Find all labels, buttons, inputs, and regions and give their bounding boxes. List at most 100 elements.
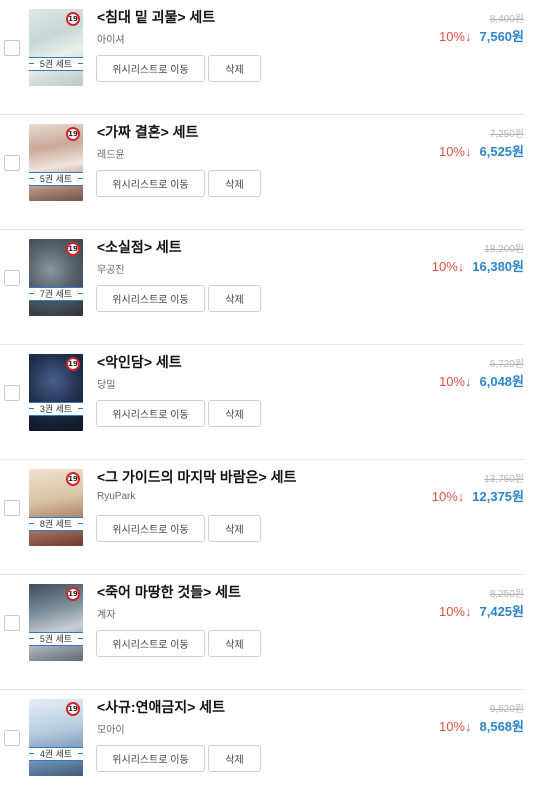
discount-rate: 10%↓ bbox=[439, 29, 472, 44]
cart-set-list: 19 5권 세트 <침대 밑 괴물> 세트 아이셔 위시리스트로 이동 삭제 8… bbox=[0, 0, 537, 787]
price-line: 10%↓ 12,375원 bbox=[432, 486, 524, 505]
item-author[interactable]: 당밀 bbox=[97, 376, 115, 391]
discount-value: 10% bbox=[438, 719, 465, 734]
sale-price: 7,425원 bbox=[479, 604, 525, 619]
age-19-badge: 19 bbox=[66, 472, 80, 486]
list-item: 19 5권 세트 <죽어 마땅한 것들> 세트 계자 위시리스트로 이동 삭제 … bbox=[0, 575, 537, 690]
item-author[interactable]: 아이셔 bbox=[97, 31, 125, 46]
price-line: 10%↓ 16,380원 bbox=[432, 256, 524, 275]
select-checkbox[interactable] bbox=[4, 270, 20, 286]
age-19-badge: 19 bbox=[66, 12, 80, 26]
select-checkbox[interactable] bbox=[4, 155, 20, 171]
delete-button[interactable]: 삭제 bbox=[208, 55, 261, 82]
set-count-label: 5권 세트 bbox=[29, 172, 83, 186]
item-author[interactable]: 계자 bbox=[97, 606, 115, 621]
age-19-badge: 19 bbox=[66, 702, 80, 716]
move-to-wishlist-button[interactable]: 위시리스트로 이동 bbox=[96, 400, 205, 427]
down-arrow-icon: ↓ bbox=[465, 604, 472, 619]
set-count-label: 5권 세트 bbox=[29, 632, 83, 646]
move-to-wishlist-button[interactable]: 위시리스트로 이동 bbox=[96, 170, 205, 197]
delete-button[interactable]: 삭제 bbox=[208, 285, 261, 312]
select-checkbox[interactable] bbox=[4, 500, 20, 516]
price-line: 10%↓ 7,425원 bbox=[439, 601, 524, 620]
discount-value: 10% bbox=[438, 144, 465, 159]
set-count-label: 4권 세트 bbox=[29, 747, 83, 761]
price-line: 10%↓ 6,525원 bbox=[439, 141, 524, 160]
down-arrow-icon: ↓ bbox=[457, 489, 465, 504]
set-count-label: 3권 세트 bbox=[29, 402, 83, 416]
move-to-wishlist-button[interactable]: 위시리스트로 이동 bbox=[96, 515, 205, 542]
discount-rate: 10%↓ bbox=[439, 144, 472, 159]
book-cover[interactable]: 19 5권 세트 bbox=[29, 584, 83, 661]
select-checkbox[interactable] bbox=[4, 615, 20, 631]
sale-price: 8,568원 bbox=[479, 719, 525, 734]
book-cover[interactable]: 19 4권 세트 bbox=[29, 699, 83, 776]
item-author[interactable]: 무공진 bbox=[97, 261, 125, 276]
list-item: 19 3권 세트 <악인담> 세트 당밀 위시리스트로 이동 삭제 6,720원… bbox=[0, 345, 537, 460]
discount-value: 10% bbox=[438, 604, 465, 619]
discount-rate: 10%↓ bbox=[439, 604, 472, 619]
delete-button[interactable]: 삭제 bbox=[208, 515, 261, 542]
move-to-wishlist-button[interactable]: 위시리스트로 이동 bbox=[96, 285, 205, 312]
down-arrow-icon: ↓ bbox=[465, 374, 472, 389]
move-to-wishlist-button[interactable]: 위시리스트로 이동 bbox=[96, 745, 205, 772]
delete-button[interactable]: 삭제 bbox=[208, 400, 261, 427]
set-count-label: 8권 세트 bbox=[29, 517, 83, 531]
discount-rate: 10%↓ bbox=[432, 489, 465, 504]
sale-price: 6,525원 bbox=[479, 144, 525, 159]
item-author[interactable]: RyuPark bbox=[97, 491, 135, 502]
book-cover[interactable]: 19 5권 세트 bbox=[29, 9, 83, 86]
move-to-wishlist-button[interactable]: 위시리스트로 이동 bbox=[96, 630, 205, 657]
original-price: 7,250원 bbox=[489, 129, 524, 140]
item-title[interactable]: <악인담> 세트 bbox=[97, 352, 182, 372]
item-author[interactable]: 모아이 bbox=[97, 721, 125, 736]
list-item: 19 8권 세트 <그 가이드의 마지막 바람은> 세트 RyuPark 위시리… bbox=[0, 460, 537, 575]
original-price: 8,250원 bbox=[489, 589, 524, 600]
select-checkbox[interactable] bbox=[4, 385, 20, 401]
item-title[interactable]: <소실점> 세트 bbox=[97, 237, 182, 257]
set-count-label: 5권 세트 bbox=[29, 57, 83, 71]
list-item: 19 5권 세트 <침대 밑 괴물> 세트 아이셔 위시리스트로 이동 삭제 8… bbox=[0, 0, 537, 115]
select-checkbox[interactable] bbox=[4, 40, 20, 56]
original-price: 8,400원 bbox=[489, 14, 524, 25]
discount-value: 10% bbox=[431, 489, 458, 504]
down-arrow-icon: ↓ bbox=[465, 29, 472, 44]
price-line: 10%↓ 6,048원 bbox=[439, 371, 524, 390]
item-title[interactable]: <사규:연애금지> 세트 bbox=[97, 697, 225, 717]
list-item: 19 4권 세트 <사규:연애금지> 세트 모아이 위시리스트로 이동 삭제 9… bbox=[0, 690, 537, 787]
discount-rate: 10%↓ bbox=[439, 374, 472, 389]
delete-button[interactable]: 삭제 bbox=[208, 745, 261, 772]
delete-button[interactable]: 삭제 bbox=[208, 630, 261, 657]
age-19-badge: 19 bbox=[66, 357, 80, 371]
item-author[interactable]: 레드윤 bbox=[97, 146, 125, 161]
book-cover[interactable]: 19 3권 세트 bbox=[29, 354, 83, 431]
discount-rate: 10%↓ bbox=[432, 259, 465, 274]
original-price: 18,200원 bbox=[484, 244, 524, 255]
down-arrow-icon: ↓ bbox=[457, 259, 465, 274]
set-count-label: 7권 세트 bbox=[29, 287, 83, 301]
price-line: 10%↓ 7,560원 bbox=[439, 26, 524, 45]
down-arrow-icon: ↓ bbox=[465, 719, 472, 734]
discount-rate: 10%↓ bbox=[439, 719, 472, 734]
item-title[interactable]: <가짜 결혼> 세트 bbox=[97, 122, 198, 142]
discount-value: 10% bbox=[438, 374, 465, 389]
sale-price: 12,375원 bbox=[472, 489, 524, 504]
discount-value: 10% bbox=[431, 259, 458, 274]
delete-button[interactable]: 삭제 bbox=[208, 170, 261, 197]
item-title[interactable]: <침대 밑 괴물> 세트 bbox=[97, 7, 215, 27]
discount-value: 10% bbox=[438, 29, 465, 44]
item-title[interactable]: <죽어 마땅한 것들> 세트 bbox=[97, 582, 241, 602]
list-item: 19 7권 세트 <소실점> 세트 무공진 위시리스트로 이동 삭제 18,20… bbox=[0, 230, 537, 345]
move-to-wishlist-button[interactable]: 위시리스트로 이동 bbox=[96, 55, 205, 82]
list-item: 19 5권 세트 <가짜 결혼> 세트 레드윤 위시리스트로 이동 삭제 7,2… bbox=[0, 115, 537, 230]
item-title[interactable]: <그 가이드의 마지막 바람은> 세트 bbox=[97, 467, 296, 487]
select-checkbox[interactable] bbox=[4, 730, 20, 746]
age-19-badge: 19 bbox=[66, 242, 80, 256]
original-price: 13,750원 bbox=[484, 474, 524, 485]
book-cover[interactable]: 19 5권 세트 bbox=[29, 124, 83, 201]
book-cover[interactable]: 19 8권 세트 bbox=[29, 469, 83, 546]
original-price: 6,720원 bbox=[489, 359, 524, 370]
book-cover[interactable]: 19 7권 세트 bbox=[29, 239, 83, 316]
sale-price: 7,560원 bbox=[479, 29, 525, 44]
down-arrow-icon: ↓ bbox=[465, 144, 472, 159]
